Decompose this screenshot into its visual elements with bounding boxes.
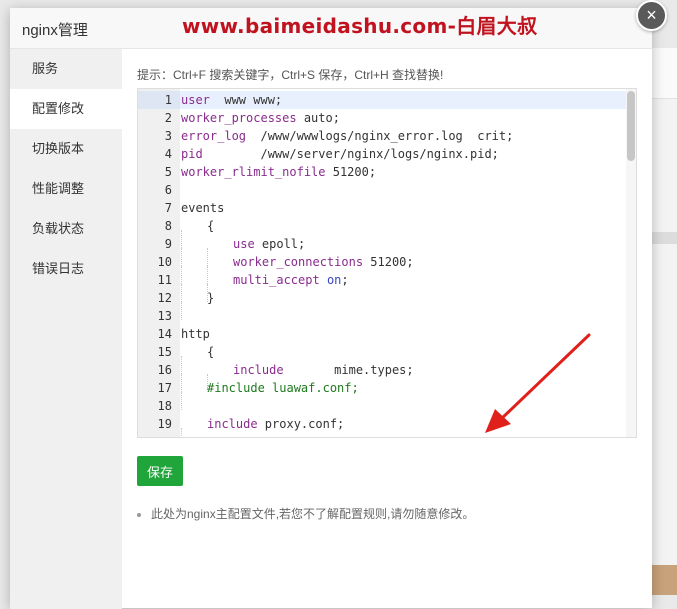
background-page	[652, 48, 677, 595]
code-token: on	[326, 273, 342, 287]
code-token: /www/wwwlogs/nginx_error.log crit;	[246, 129, 514, 143]
sidebar-nav: 服务 配置修改 切换版本 性能调整 负载状态 错误日志	[10, 49, 122, 609]
close-icon[interactable]: ×	[636, 0, 667, 31]
background-image	[652, 565, 677, 595]
line-number: 2	[164, 111, 172, 125]
code-token: proxy.conf;	[257, 417, 345, 431]
code-text: http	[181, 325, 210, 343]
sidebar-item-config-edit[interactable]: 配置修改	[10, 89, 122, 129]
code-token: mime.types;	[283, 363, 414, 377]
line-number: 13	[157, 309, 172, 323]
code-text: worker_connections 51200;	[181, 253, 414, 284]
code-token: multi_accept	[233, 273, 320, 287]
sidebar-item-service[interactable]: 服务	[10, 49, 122, 89]
line-number: 5	[164, 165, 172, 179]
line-number: 4	[164, 147, 172, 161]
line-number: 10	[157, 255, 172, 269]
line-number: 1	[164, 93, 172, 107]
code-token: events	[181, 201, 225, 215]
code-token: /www/server/nginx/logs/nginx.pid;	[202, 147, 499, 161]
sidebar-item-error-log[interactable]: 错误日志	[10, 249, 122, 289]
code-token: ;	[341, 273, 349, 287]
line-number: 3	[164, 129, 172, 143]
code-text: #include luawaf.conf;	[181, 379, 359, 410]
save-button[interactable]: 保存	[137, 456, 183, 486]
code-text: events	[181, 199, 224, 217]
scrollbar-thumb[interactable]	[627, 91, 635, 161]
background-header	[652, 48, 677, 99]
code-token: http	[181, 327, 210, 341]
editor-scrollbar[interactable]	[626, 89, 636, 437]
red-arrow-annotation	[485, 333, 591, 433]
code-token: 51200;	[325, 165, 377, 179]
line-number: 8	[164, 219, 172, 233]
line-number: 18	[157, 399, 172, 413]
code-token: error_log	[181, 129, 247, 143]
code-token: auto;	[296, 111, 340, 125]
line-number: 19	[157, 417, 172, 431]
sidebar-item-load-status[interactable]: 负载状态	[10, 209, 122, 249]
background-divider	[652, 232, 677, 244]
line-number: 12	[157, 291, 172, 305]
bullet-dot	[137, 512, 141, 517]
code-text: pid /www/server/nginx/logs/nginx.pid;	[181, 145, 499, 163]
shortcut-tip: 提示：Ctrl+F 搜索关键字，Ctrl+S 保存，Ctrl+H 查找替换!	[137, 68, 444, 82]
code-token: worker_processes	[181, 111, 297, 125]
code-text: include proxy.conf;	[181, 415, 345, 437]
code-text: worker_processes auto;	[181, 109, 340, 127]
code-text: user www www;	[181, 91, 282, 109]
code-text: worker_rlimit_nofile 51200;	[181, 163, 376, 181]
code-token: {	[207, 345, 215, 359]
watermark-text: www.baimeidashu.com-白眉大叔	[182, 14, 538, 38]
code-token: #include luawaf.conf;	[207, 381, 359, 395]
sidebar-item-performance[interactable]: 性能调整	[10, 169, 122, 209]
code-token: pid	[181, 147, 203, 161]
line-number: 16	[157, 363, 172, 377]
code-token: use	[233, 237, 255, 251]
code-text: {	[181, 217, 215, 248]
code-token: epoll;	[254, 237, 306, 251]
code-token: worker_rlimit_nofile	[181, 165, 326, 179]
line-number: 14	[157, 327, 172, 341]
code-text: include mime.types;	[181, 361, 414, 392]
code-token: }	[207, 291, 215, 305]
line-number: 17	[157, 381, 172, 395]
code-token: user	[181, 93, 210, 107]
code-text: {	[181, 343, 215, 374]
line-number: 6	[164, 183, 172, 197]
code-token: worker_connections	[233, 255, 364, 269]
line-number: 7	[164, 201, 172, 215]
code-text: error_log /www/wwwlogs/nginx_error.log c…	[181, 127, 513, 145]
code-token: www www;	[209, 93, 283, 107]
dialog-header: nginx管理 www.baimeidashu.com-白眉大叔	[10, 8, 652, 49]
code-token: include	[207, 417, 258, 431]
code-text: multi_accept on;	[181, 271, 349, 302]
note-text: 此处为nginx主配置文件,若您不了解配置规则,请勿随意修改。	[151, 507, 475, 521]
code-token: include	[233, 363, 284, 377]
code-text: use epoll;	[181, 235, 306, 266]
code-token: 51200;	[363, 255, 414, 269]
code-token: {	[207, 219, 215, 233]
config-warning-note: 此处为nginx主配置文件,若您不了解配置规则,请勿随意修改。	[137, 505, 474, 522]
dialog-title: nginx管理	[22, 22, 88, 39]
nginx-management-dialog: nginx管理 www.baimeidashu.com-白眉大叔 × 服务 配置…	[10, 0, 667, 609]
code-text: }	[181, 289, 215, 320]
line-number: 11	[157, 273, 172, 287]
line-number: 9	[164, 237, 172, 251]
line-number: 15	[157, 345, 172, 359]
sidebar-item-switch-version[interactable]: 切换版本	[10, 129, 122, 169]
